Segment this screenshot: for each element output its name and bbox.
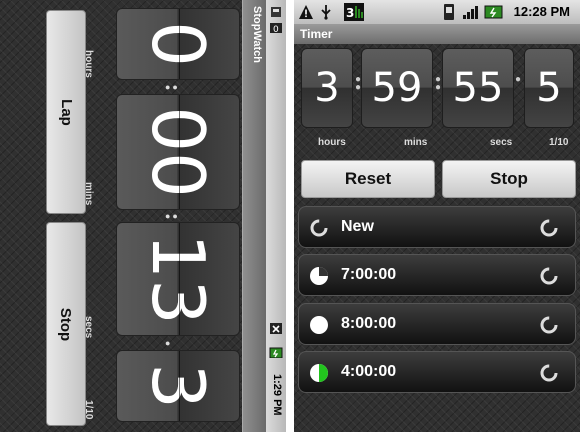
timer-screen: 3 12:28 PM Timer 3 ● ● 59 ● ● 55 ● 5 hours… [294,0,580,432]
warning-icon [299,5,313,19]
reset-timer-icon[interactable] [539,363,559,383]
signal-off-icon [270,323,282,334]
stopwatch-mins-display: 00 [116,94,240,210]
timer-app-title: Timer [294,24,580,44]
timer-mins-display: 59 [361,48,433,128]
timer-tenths-display: 5 [524,48,574,128]
list-item-label: 8:00:00 [341,315,397,332]
reset-timer-icon[interactable] [539,266,559,286]
stopwatch-screen: 0 hours ●● 00 mins ●● 13 secs ● 3 1/10 L… [0,0,242,432]
stopwatch-app-title: StopWatch [251,6,263,64]
notification-count-icon: 0 [270,23,282,34]
reset-button-label: Reset [344,169,392,188]
stopwatch-tenths-display: 3 [116,350,240,422]
timer-tenths-unit: 1/10 [549,137,569,148]
stopwatch-separator: ●● [165,211,180,221]
phone-icon [444,4,454,20]
list-item-timer-preset[interactable]: 4:00:00 [298,351,576,393]
timer-status-time: 12:28 PM [513,4,570,19]
timer-body: 3 ● ● 59 ● ● 55 ● 5 hours mins secs 1/10 R… [294,44,580,432]
timer-secs-display: 55 [442,48,514,128]
list-item-timer-preset[interactable]: 8:00:00 [298,303,576,345]
stopwatch-tenths-value: 3 [136,363,220,409]
stopwatch-secs-value: 13 [136,233,220,325]
stopwatch-secs-display: 13 [116,222,240,336]
divider [286,0,294,432]
timer-hours-value: 3 [314,65,340,111]
stopwatch-title-bar: StopWatch [242,0,266,432]
timer-hours-unit: hours [318,137,346,148]
timer-separator: ● ● [435,74,442,93]
stopwatch-stop-button-label: Stop [57,307,75,341]
timer-stop-button-label: Stop [490,169,528,188]
timer-mins-unit: mins [404,137,428,148]
stopwatch-stop-button[interactable]: Stop [46,222,86,426]
stopwatch-separator: ●● [165,82,180,92]
stopwatch-separator: ● [165,338,173,348]
svg-text:3: 3 [346,6,354,20]
progress-pie-icon [310,316,328,334]
signal-strength-icon [463,6,478,19]
timer-mins-value: 59 [371,65,423,111]
progress-pie-icon [310,364,328,382]
reset-button[interactable]: Reset [301,160,435,198]
spinner-icon [310,219,328,237]
timer-stop-button[interactable]: Stop [442,160,576,198]
timer-tenths-value: 5 [536,65,562,111]
reset-timer-icon[interactable] [539,315,559,335]
list-item-label: New [341,218,374,235]
timer-secs-unit: secs [490,137,513,148]
list-item-new-timer[interactable]: New [298,206,576,248]
stopwatch-status-bar: 0 1:29 PM [266,0,286,432]
stopwatch-status-time: 1:29 PM [271,374,283,416]
battery-charging-icon [484,5,503,19]
svg-text:0: 0 [273,25,279,34]
lap-button-label: Lap [57,98,75,126]
list-item-timer-preset[interactable]: 7:00:00 [298,254,576,296]
timer-secs-value: 55 [452,65,504,111]
battery-charging-icon [269,347,283,358]
usb-icon [321,5,331,20]
list-item-label: 7:00:00 [341,266,397,283]
timer-separator: ● [515,74,522,85]
list-item-label: 4:00:00 [341,363,397,380]
lap-button[interactable]: Lap [46,10,86,214]
sd-card-icon [271,7,281,17]
stopwatch-mins-value: 00 [136,106,220,198]
progress-pie-icon [310,267,328,285]
stopwatch-hours-display: 0 [116,8,240,80]
timer-hours-display: 3 [301,48,353,128]
stopwatch-hours-value: 0 [136,21,220,67]
timer-status-bar: 3 12:28 PM [294,0,580,24]
3g-signal-icon: 3 [344,3,364,21]
reset-timer-icon[interactable] [539,218,559,238]
